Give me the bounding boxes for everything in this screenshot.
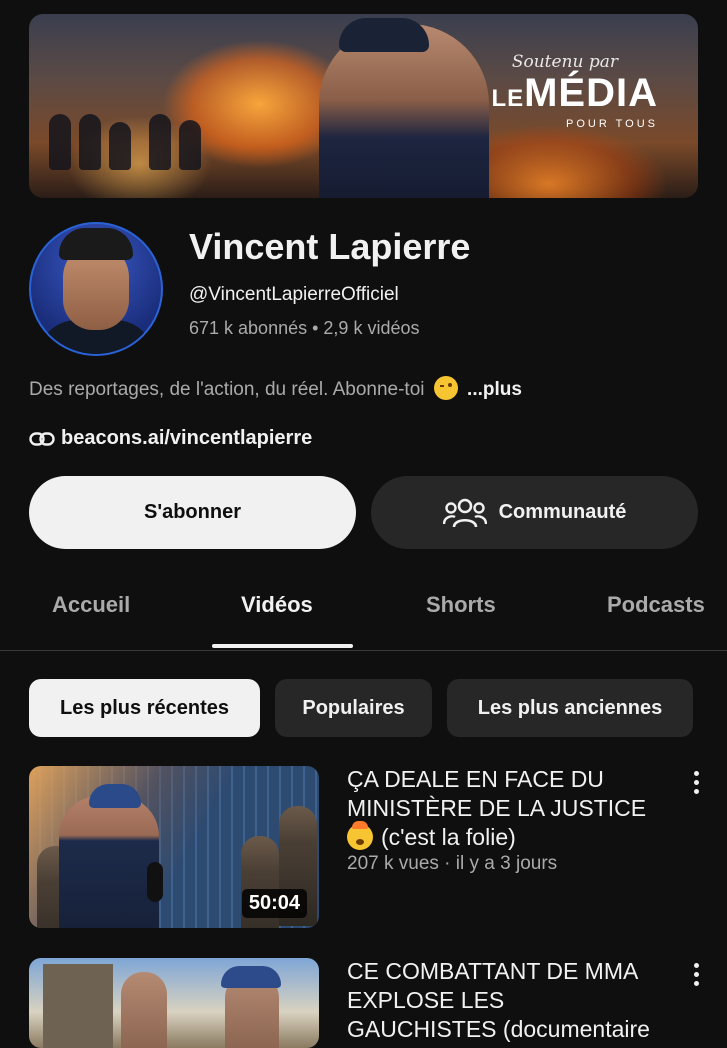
channel-stats: 671 k abonnés • 2,9 k vidéos	[189, 318, 419, 339]
thumb-cap	[221, 966, 281, 988]
filter-chip-oldest[interactable]: Les plus anciennes	[447, 679, 693, 737]
community-icon	[442, 498, 487, 527]
video-count: 2,9 k vidéos	[323, 318, 420, 338]
more-options-icon[interactable]	[690, 770, 704, 796]
video-meta: 207 k vues · il y a 3 jours	[347, 853, 557, 875]
subscribe-button[interactable]: S'abonner	[29, 476, 356, 549]
filter-chip-recent[interactable]: Les plus récentes	[29, 679, 260, 737]
video-title[interactable]: CE COMBATTANT DE MMA EXPLOSE LES GAUCHIS…	[347, 957, 667, 1044]
channel-name: Vincent Lapierre	[189, 226, 471, 267]
video-thumbnail[interactable]: 50:04	[29, 766, 319, 928]
filter-chip-popular[interactable]: Populaires	[275, 679, 432, 737]
thumb-cathedral	[43, 964, 113, 1048]
tab-videos[interactable]: Vidéos	[241, 592, 313, 618]
video-title-line: GAUCHISTES (documentaire	[347, 1016, 650, 1042]
channel-description[interactable]: Des reportages, de l'action, du réel. Ab…	[29, 376, 522, 401]
video-title-line: MINISTÈRE DE LA JUSTICE	[347, 795, 647, 821]
banner-cap	[339, 18, 429, 52]
channel-banner: Soutenu par LEMÉDIA POUR TOUS	[29, 14, 698, 198]
thumb-cap	[89, 784, 141, 808]
community-label: Communauté	[498, 501, 627, 523]
tab-accueil[interactable]: Accueil	[52, 592, 130, 618]
tab-shorts[interactable]: Shorts	[426, 592, 496, 618]
channel-avatar[interactable]	[29, 222, 163, 356]
microphone-icon	[147, 862, 163, 902]
community-button[interactable]: Communauté	[371, 476, 698, 549]
thumb-reporter	[59, 796, 159, 928]
thumb-person	[121, 972, 167, 1048]
banner-brand: Soutenu par LEMÉDIA POUR TOUS	[491, 52, 658, 130]
brand-logo-le: LE	[491, 85, 525, 112]
video-duration: 50:04	[241, 889, 307, 918]
channel-link[interactable]: beacons.ai/vincentlapierre	[29, 427, 312, 450]
video-age: il y a 3 jours	[455, 853, 558, 874]
channel-link-text: beacons.ai/vincentlapierre	[61, 427, 313, 449]
meta-separator: ·	[438, 853, 456, 874]
brand-logo-media: MÉDIA	[524, 71, 658, 115]
description-text: Des reportages, de l'action, du réel. Ab…	[29, 379, 425, 400]
stats-separator: •	[307, 318, 324, 338]
description-more-link[interactable]: ...plus	[467, 379, 522, 400]
video-title[interactable]: ÇA DEALE EN FACE DU MINISTÈRE DE LA JUST…	[347, 765, 667, 852]
more-options-icon[interactable]	[690, 962, 704, 988]
channel-handle: @VincentLapierreOfficiel	[189, 284, 399, 305]
video-thumbnail[interactable]	[29, 958, 319, 1048]
brand-logo: LEMÉDIA	[491, 72, 658, 120]
brand-script: Soutenu par	[511, 52, 618, 72]
link-icon	[29, 431, 55, 446]
winking-face-icon	[433, 376, 458, 400]
exploding-head-icon	[347, 821, 373, 850]
avatar-hat	[59, 228, 133, 260]
subscriber-count: 671 k abonnés	[189, 318, 308, 338]
video-title-line: EXPLOSE LES	[347, 987, 505, 1013]
video-title-line: (c'est la folie)	[347, 821, 667, 852]
video-title-text: (c'est la folie)	[381, 824, 516, 850]
video-views: 207 k vues	[347, 853, 439, 874]
video-title-line: CE COMBATTANT DE MMA	[347, 958, 639, 984]
tab-podcasts[interactable]: Podcasts	[607, 592, 705, 618]
channel-tabs: Accueil Vidéos Shorts Podcasts	[0, 580, 727, 651]
active-tab-indicator	[212, 644, 353, 648]
video-title-line: ÇA DEALE EN FACE DU	[347, 766, 604, 792]
